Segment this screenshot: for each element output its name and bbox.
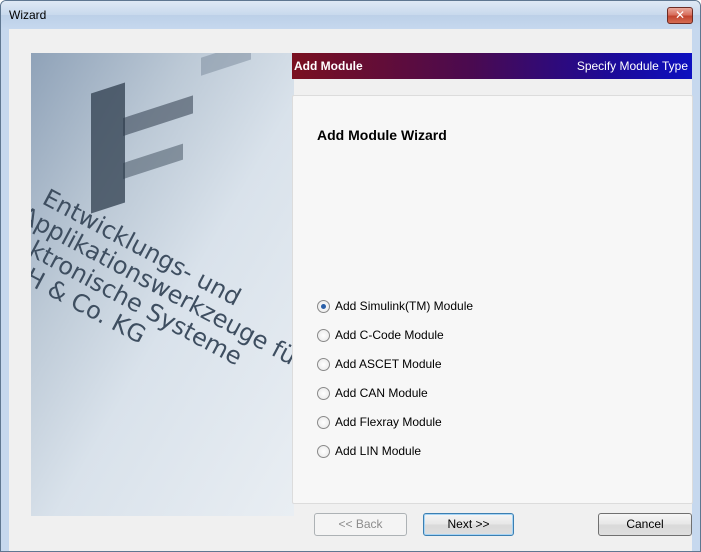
step-subtitle: Specify Module Type bbox=[576, 59, 688, 73]
wizard-content-panel: Add Module Wizard Add Simulink(TM) Modul… bbox=[292, 95, 693, 504]
radio-button[interactable] bbox=[317, 416, 330, 429]
step-header: Add Module Specify Module Type bbox=[292, 53, 692, 79]
radio-button[interactable] bbox=[317, 329, 330, 342]
radio-button[interactable] bbox=[317, 445, 330, 458]
wizard-window: Wizard ✕ Entwicklungs- und Applikationsw… bbox=[0, 0, 701, 552]
radio-button[interactable] bbox=[317, 300, 330, 313]
option-label: Add Flexray Module bbox=[335, 415, 442, 429]
option-label: Add C-Code Module bbox=[335, 328, 444, 342]
back-button[interactable]: << Back bbox=[314, 513, 407, 536]
option-label: Add CAN Module bbox=[335, 386, 428, 400]
option-label: Add LIN Module bbox=[335, 444, 422, 458]
radio-button[interactable] bbox=[317, 387, 330, 400]
option-label: Add ASCET Module bbox=[335, 357, 442, 371]
radio-button[interactable] bbox=[317, 358, 330, 371]
window-title: Wizard bbox=[9, 8, 47, 22]
wizard-heading: Add Module Wizard bbox=[317, 127, 447, 143]
side-image-graphic: Entwicklungs- und Applikationswerkzeuge … bbox=[31, 53, 294, 375]
option-label: Add Simulink(TM) Module bbox=[335, 299, 474, 313]
step-title: Add Module bbox=[294, 59, 363, 73]
close-icon: ✕ bbox=[674, 8, 686, 22]
cancel-button[interactable]: Cancel bbox=[598, 513, 692, 536]
etas-side-image: Entwicklungs- und Applikationswerkzeuge … bbox=[31, 53, 294, 516]
window-frame-right bbox=[692, 29, 700, 551]
window-frame-left bbox=[1, 29, 9, 551]
next-button[interactable]: Next >> bbox=[423, 513, 514, 536]
title-bar[interactable]: Wizard ✕ bbox=[1, 1, 700, 29]
wizard-client-area: Entwicklungs- und Applikationswerkzeuge … bbox=[9, 29, 693, 551]
close-button[interactable]: ✕ bbox=[667, 7, 693, 24]
